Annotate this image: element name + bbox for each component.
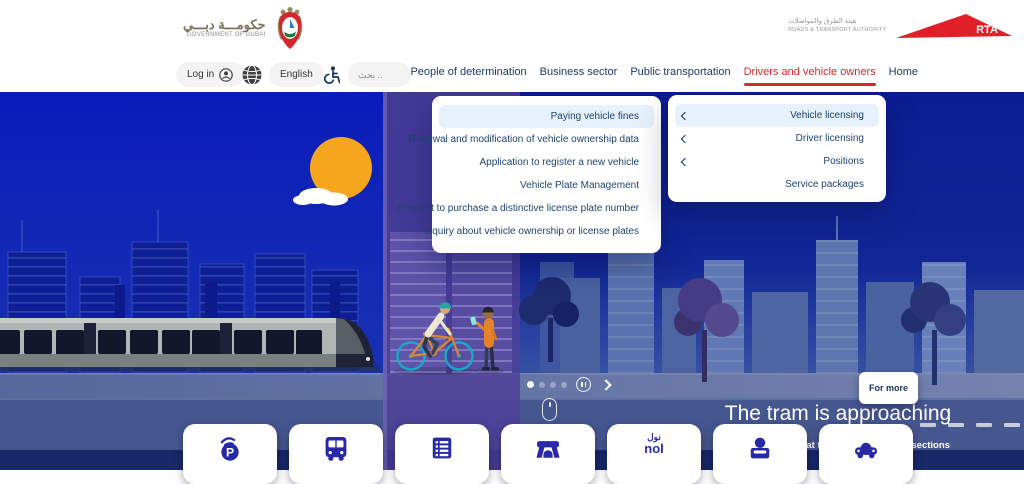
menu-item-driver-licensing[interactable]: Driver licensing	[675, 127, 879, 150]
menu-item-service-packages[interactable]: Service packages	[675, 173, 879, 196]
card-parking[interactable]: P	[183, 424, 277, 484]
globe-icon[interactable]	[240, 63, 263, 86]
lost-and-found-icon	[745, 433, 775, 463]
svg-text:RTA: RTA	[976, 24, 998, 36]
next-arrow-icon[interactable]	[600, 379, 611, 390]
rta-logo-arabic: هيئة الطرق والمواصلات	[788, 18, 886, 27]
government-of-dubai-logo[interactable]: حكومـــة دبـــي GOVERNMENT OF DUBAI	[183, 6, 307, 50]
active-nav-underline	[744, 83, 876, 86]
menu-item-distinctive-plate-number[interactable]: Request to purchase a distinctive licens…	[439, 197, 654, 220]
carousel-dot[interactable]	[539, 382, 545, 388]
site-header: حكومـــة دبـــي GOVERNMENT OF DUBAI هيئة…	[0, 0, 1024, 92]
parking-icon: P	[215, 433, 245, 463]
login-label: Log in	[187, 69, 214, 80]
card-toll-gate[interactable]	[501, 424, 595, 484]
scroll-mouse-icon	[542, 398, 557, 421]
menu-item-inquiry-ownership-plates[interactable]: Inquiry about vehicle ownership or licen…	[439, 220, 654, 243]
login-button[interactable]: Log in	[176, 62, 244, 87]
rta-triangle-icon: RTA	[894, 12, 1014, 40]
language-button[interactable]: English	[269, 62, 324, 87]
nav-item-people-of-determination[interactable]: People of determination	[410, 66, 526, 86]
nav-item-public-transportation[interactable]: Public transportation	[630, 66, 730, 86]
search-box[interactable]	[348, 62, 411, 87]
rta-logo-english: ROADS & TRANSPORT AUTHORITY	[788, 27, 886, 34]
main-nav: People of determination Business sector …	[410, 66, 918, 86]
carousel-controls	[527, 377, 610, 392]
nav-item-drivers-and-vehicle-owners[interactable]: Drivers and vehicle owners	[744, 66, 876, 86]
user-icon	[219, 68, 233, 82]
search-input[interactable]	[356, 69, 400, 81]
licensing-categories-dropdown: Vehicle licensing Driver licensing Posit…	[668, 95, 886, 202]
chevron-left-icon	[681, 158, 689, 166]
nav-item-home[interactable]: Home	[889, 66, 918, 86]
gov-logo-arabic: حكومـــة دبـــي	[183, 18, 266, 32]
gov-logo-english: GOVERNMENT OF DUBAI	[183, 32, 266, 39]
card-vehicles[interactable]	[819, 424, 913, 484]
menu-item-renewal-ownership-data[interactable]: Renewal and modification of vehicle owne…	[439, 128, 654, 151]
chevron-left-icon	[681, 112, 689, 120]
fines-list-icon	[427, 433, 457, 463]
menu-item-vehicle-plate-management[interactable]: Vehicle Plate Management	[439, 174, 654, 197]
menu-item-positions[interactable]: Positions	[675, 150, 879, 173]
for-more-button[interactable]: For more	[859, 372, 918, 404]
bus-icon	[321, 433, 351, 463]
accessibility-icon[interactable]	[321, 64, 343, 86]
car-icon	[851, 433, 881, 463]
carousel-dot[interactable]	[527, 381, 534, 388]
carousel-dot[interactable]	[561, 382, 567, 388]
nol-logo: نول nol	[644, 433, 664, 455]
hero-title: The tram is approaching	[688, 402, 988, 426]
menu-item-vehicle-licensing[interactable]: Vehicle licensing	[675, 104, 879, 127]
menu-item-paying-vehicle-fines[interactable]: Paying vehicle fines	[439, 105, 654, 128]
vehicle-services-dropdown: Paying vehicle fines Renewal and modific…	[432, 96, 661, 253]
carousel-dot[interactable]	[550, 382, 556, 388]
nav-item-business-sector[interactable]: Business sector	[540, 66, 618, 86]
svg-text:P: P	[226, 446, 234, 460]
toll-gate-icon	[533, 433, 563, 463]
card-fines-inquiry[interactable]	[395, 424, 489, 484]
rta-logo[interactable]: هيئة الطرق والمواصلات ROADS & TRANSPORT …	[788, 12, 1014, 40]
tram-illustration	[0, 318, 380, 371]
language-label: English	[280, 69, 313, 80]
card-lost-and-found[interactable]	[713, 424, 807, 484]
dubai-crest-icon	[273, 6, 307, 50]
chevron-left-icon	[681, 135, 689, 143]
menu-item-register-new-vehicle[interactable]: Application to register a new vehicle	[439, 151, 654, 174]
card-bus[interactable]	[289, 424, 383, 484]
pause-icon[interactable]	[576, 377, 591, 392]
card-nol[interactable]: نول nol	[607, 424, 701, 484]
